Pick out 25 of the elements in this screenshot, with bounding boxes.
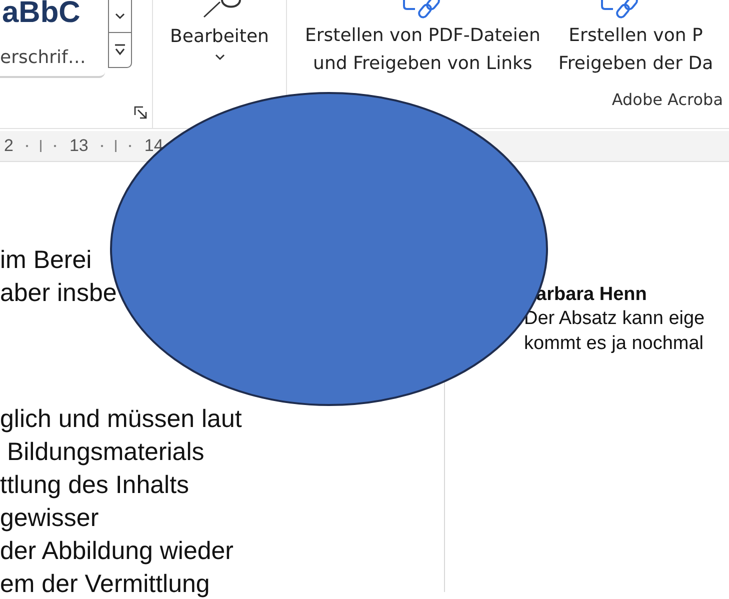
ruler-number: 2 xyxy=(4,136,14,156)
document-text-line: Bildungsmaterials xyxy=(6,438,206,468)
gallery-more-button[interactable] xyxy=(108,32,132,68)
acrobat-button[interactable]: Erstellen von PDF-Dateien und Freigeben von Links xyxy=(305,0,540,78)
document-text-line: ttlung des Inhalts xyxy=(0,471,190,501)
comment-text-line: kommt es ja nochmal xyxy=(524,332,705,356)
acrobat-button[interactable]: Erstellen von P Freigeben der Da xyxy=(558,0,714,78)
style-preview: aBbC xyxy=(2,0,82,30)
chevron-down-icon xyxy=(214,53,226,61)
ruler-number: 13 xyxy=(69,136,88,156)
document-text-line: im Berei xyxy=(0,246,93,276)
style-gallery-item[interactable]: aBbC erschrif… xyxy=(0,0,105,78)
dialog-launcher-icon[interactable] xyxy=(134,106,148,120)
document-text-line: der Abbildung wieder xyxy=(0,537,234,567)
edit-button[interactable]: Bearbeiten xyxy=(170,26,269,61)
gallery-down-button[interactable] xyxy=(108,0,132,33)
document-text-line: em der Vermittlung xyxy=(0,570,211,599)
comment-author: arbara Henn xyxy=(536,284,648,306)
document-text-line: aber insbe xyxy=(0,279,118,309)
style-name: erschrif… xyxy=(0,47,87,68)
chevron-down-icon xyxy=(114,12,126,20)
group-label: Adobe Acroba xyxy=(612,90,723,109)
more-icon xyxy=(114,44,126,56)
document-text-line: glich und müssen laut xyxy=(0,405,243,435)
document-text-line: gewisser xyxy=(0,504,100,534)
